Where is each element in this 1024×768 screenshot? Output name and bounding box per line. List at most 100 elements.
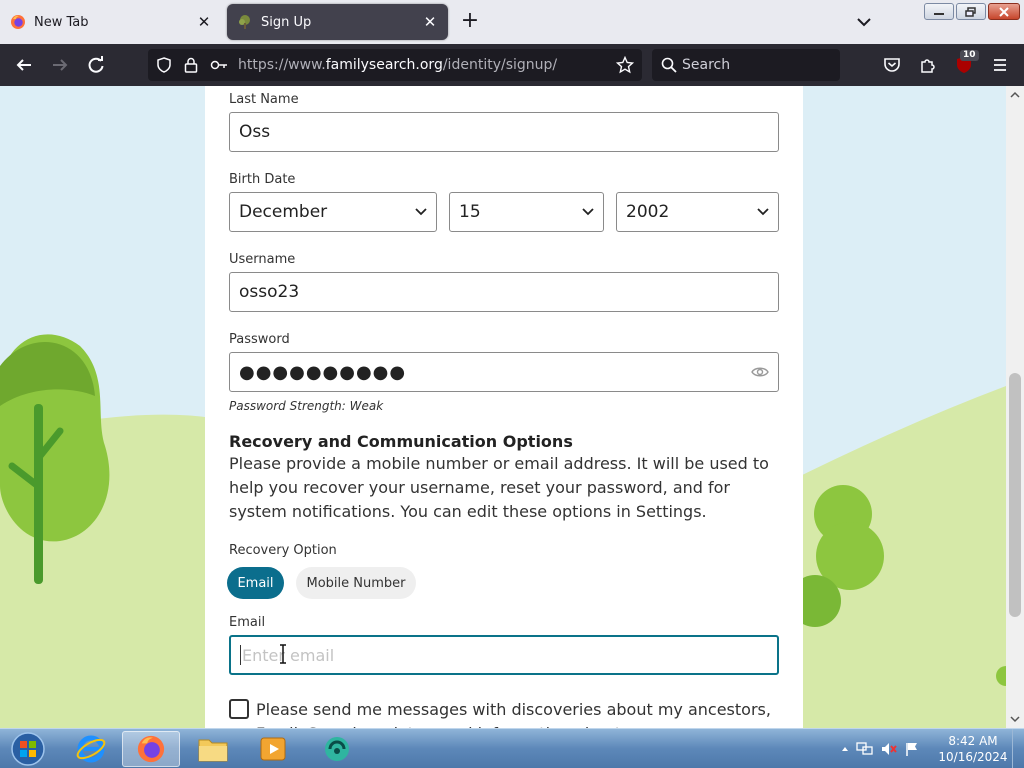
username-input[interactable]: osso23 [229,272,779,312]
recovery-option-email-button[interactable]: Email [227,567,284,599]
pocket-icon [884,58,900,72]
password-label: Password [229,332,290,347]
i-beam-cursor-icon [280,644,286,664]
birth-month-select[interactable]: December [229,192,437,232]
username-value: osso23 [239,282,300,302]
lock-icon[interactable] [184,57,198,73]
scrollbar-thumb[interactable] [1009,373,1021,617]
birth-day-value: 15 [459,202,481,222]
close-tab-icon[interactable]: ✕ [196,13,212,31]
familysearch-tree-icon [239,15,250,29]
close-window-icon [999,6,1009,17]
forward-button[interactable] [48,53,72,77]
window-controls [924,3,1020,20]
restore-icon [965,6,976,17]
ublock-count-badge: 10 [960,50,979,61]
app-swirl-icon [325,737,349,761]
url-text[interactable]: https://www.familysearch.org/identity/si… [238,57,557,73]
taskbar-file-explorer[interactable] [184,731,242,767]
windows-taskbar: 8:42 AM 10/16/2024 [0,728,1024,768]
reload-icon [88,56,104,73]
messages-opt-in-checkbox[interactable] [229,699,249,719]
back-arrow-icon [16,59,31,71]
last-name-label: Last Name [229,92,299,107]
chevron-down-icon [757,208,769,216]
search-placeholder: Search [682,57,731,73]
system-tray [840,729,920,768]
close-window-button[interactable] [988,3,1020,20]
reload-button[interactable] [84,53,108,77]
password-strength-text: Password Strength: Weak [229,399,384,413]
tab-label: Sign Up [261,14,312,30]
recovery-option-label: Recovery Option [229,543,337,558]
taskbar-clock[interactable]: 8:42 AM 10/16/2024 [938,733,1008,765]
search-bar[interactable]: Search [652,49,840,81]
search-icon [661,57,677,73]
firefox-icon [11,15,25,29]
password-input[interactable]: ●●●●●●●●●● [229,352,779,392]
clock-date: 10/16/2024 [938,750,1008,764]
email-input[interactable]: Enter email [229,635,779,675]
taskbar-app[interactable] [308,731,366,767]
clock-time: 8:42 AM [948,734,998,748]
extensions-button[interactable] [916,53,940,77]
start-button[interactable] [0,731,56,767]
scroll-up-arrow-icon[interactable] [1010,90,1020,100]
scroll-down-arrow-icon[interactable] [1010,714,1020,724]
permissions-key-icon[interactable] [210,58,228,72]
back-button[interactable] [12,53,36,77]
text-caret [240,645,241,665]
show-desktop-button[interactable] [1012,729,1024,768]
volume-muted-icon[interactable] [880,741,898,757]
navigation-toolbar: https://www.familysearch.org/identity/si… [0,44,1024,86]
tab-strip: New Tab ✕ Sign Up ✕ + [0,0,1024,44]
pocket-button[interactable] [880,53,904,77]
recovery-option-mobile-button[interactable]: Mobile Number [296,567,416,599]
tab-label: New Tab [34,14,89,30]
url-path: /identity/signup/ [442,57,558,73]
internet-explorer-icon [76,735,106,763]
action-center-flag-icon[interactable] [904,741,920,757]
birth-day-select[interactable]: 15 [449,192,604,232]
windows-start-orb-icon [11,732,45,766]
last-name-value: Oss [239,122,271,142]
list-all-tabs-chevron-icon[interactable] [852,12,876,32]
username-label: Username [229,252,296,267]
taskbar-media-player[interactable] [244,731,302,767]
taskbar-firefox[interactable] [122,731,180,767]
birth-date-label: Birth Date [229,172,296,187]
taskbar-internet-explorer[interactable] [62,731,120,767]
last-name-input[interactable]: Oss [229,112,779,152]
recovery-section-title: Recovery and Communication Options [229,432,573,451]
birth-year-value: 2002 [626,202,670,222]
bookmark-star-icon[interactable] [616,56,634,74]
address-bar[interactable]: https://www.familysearch.org/identity/si… [148,49,642,81]
url-host: familysearch.org [325,57,443,73]
messages-opt-in-label: Please send me messages with discoveries… [256,700,771,728]
puzzle-piece-icon [921,59,935,73]
close-tab-icon[interactable]: ✕ [422,13,438,31]
new-tab-plus-icon[interactable]: + [458,10,482,34]
firefox-icon [137,735,165,763]
restore-button[interactable] [956,3,986,20]
birth-month-value: December [239,202,328,222]
network-icon[interactable] [856,741,874,757]
signup-form-card: Last Name Oss Birth Date December 15 200… [205,86,803,728]
page-scrollbar[interactable] [1006,86,1024,728]
birth-year-select[interactable]: 2002 [616,192,779,232]
folder-icon [198,739,228,762]
hamburger-menu-icon [994,59,1006,71]
app-menu-button[interactable] [988,53,1012,77]
minimize-icon [934,12,944,15]
chevron-down-icon [582,208,594,216]
tab-sign-up[interactable]: Sign Up ✕ [227,4,448,40]
url-prefix: https://www. [238,57,326,73]
password-masked-value: ●●●●●●●●●● [239,361,407,383]
minimize-button[interactable] [924,3,954,20]
show-password-eye-icon[interactable] [751,366,769,378]
tab-new-tab[interactable]: New Tab ✕ [0,4,222,40]
tracking-protection-shield-icon[interactable] [156,57,172,73]
email-label: Email [229,615,266,630]
show-hidden-icons-arrow-icon[interactable] [840,744,850,754]
recovery-description: Please provide a mobile number or email … [229,454,769,521]
